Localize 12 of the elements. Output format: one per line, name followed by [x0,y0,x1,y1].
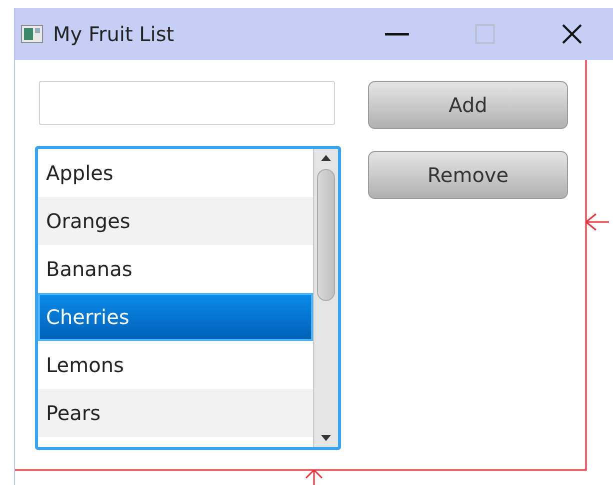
minimize-icon[interactable] [385,32,409,36]
add-button[interactable]: Add [368,81,568,129]
list-item[interactable]: Pears [38,389,313,437]
list-item[interactable]: Cherries [38,293,313,341]
input-field[interactable] [39,81,335,125]
app-icon [21,25,43,43]
close-icon[interactable] [561,23,583,45]
scroll-thumb[interactable] [317,169,335,301]
scrollbar[interactable] [313,149,338,447]
remove-button[interactable]: Remove [368,151,568,199]
window-title: My Fruit List [53,22,174,46]
list-item[interactable]: Oranges [38,197,313,245]
